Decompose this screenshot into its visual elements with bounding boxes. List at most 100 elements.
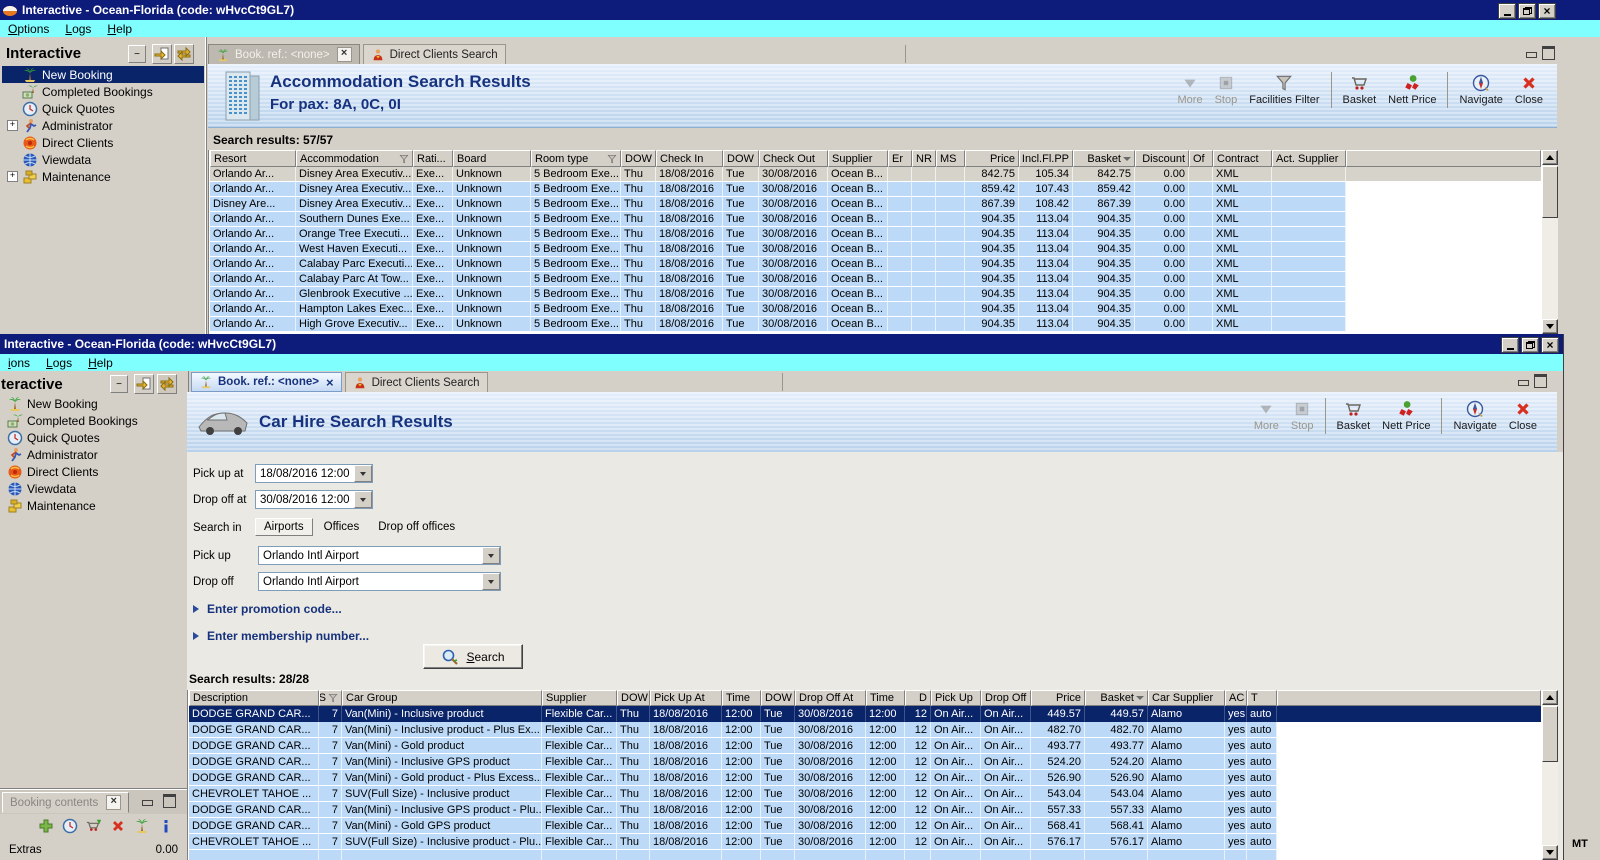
dropoff-location-dropdown-icon[interactable]	[482, 573, 500, 590]
column-header-incl-fl-pp[interactable]: Incl.Fl.PP	[1019, 150, 1073, 167]
expand-icon[interactable]: +	[7, 120, 18, 131]
sidebar-item-direct-clients[interactable]: +Direct Clients	[2, 134, 204, 151]
tab-book-ref-none[interactable]: Book. ref.: <none> ×	[191, 372, 342, 392]
dropoff-location-field[interactable]: Orlando Intl Airport	[258, 572, 501, 591]
column-header-check-in[interactable]: Check In	[656, 150, 723, 167]
menu-logs[interactable]: Logs	[38, 355, 80, 371]
column-header-supplier[interactable]: Supplier	[828, 150, 888, 167]
sidebar-item-viewdata[interactable]: +Viewdata	[2, 151, 204, 168]
panel-maximize-icon[interactable]	[162, 793, 177, 808]
table-row[interactable]: Orlando Ar... Disney Area Executiv... Exe.…	[210, 167, 1541, 182]
column-header-ac[interactable]: AC	[1225, 690, 1247, 706]
column-header-act-supplier[interactable]: Act. Supplier	[1272, 150, 1346, 167]
tab-close-icon[interactable]: ×	[336, 47, 352, 62]
sidebar-item-direct-clients[interactable]: Direct Clients	[2, 463, 186, 480]
table-row[interactable]	[189, 850, 1541, 860]
column-header-dow[interactable]: DOW	[617, 690, 650, 706]
dock-page-button[interactable]	[152, 44, 172, 64]
scroll-up-icon[interactable]	[1542, 690, 1558, 705]
tab-book-ref-none[interactable]: Book. ref.: <none> ×	[208, 44, 360, 64]
table-row[interactable]: Orlando Ar... Calabay Parc Executi... Exe.…	[210, 257, 1541, 272]
table-row[interactable]: DODGE GRAND CAR... 7 Van(Mini) - Inclusive…	[189, 802, 1541, 818]
pickup-location-dropdown-icon[interactable]	[482, 547, 500, 564]
column-header-rati[interactable]: Rati...	[413, 150, 453, 167]
restore-button[interactable]	[1518, 3, 1536, 19]
sidebar-item-administrator[interactable]: Administrator	[2, 446, 186, 463]
menu-help[interactable]: Help	[99, 21, 140, 37]
menu-options[interactable]: Options	[0, 21, 57, 37]
title-bar[interactable]: Interactive - Ocean-Florida (code: wHvcC…	[0, 334, 1563, 354]
table-row[interactable]: CHEVROLET TAHOE ... 7 SUV(Full Size) - Inc…	[189, 786, 1541, 802]
toolbar-stop-button[interactable]: Stop	[1209, 72, 1244, 108]
table-row[interactable]: DODGE GRAND CAR... 7 Van(Mini) - Inclusive…	[189, 706, 1541, 722]
table-row[interactable]: Disney Are... Disney Area Executiv... Exe.…	[210, 197, 1541, 212]
column-header-price[interactable]: Price	[1031, 690, 1085, 706]
table-row[interactable]: Orlando Ar... Southern Dunes Exe... Exe...…	[210, 212, 1541, 227]
sidebar-item-new-booking[interactable]: +New Booking	[2, 66, 204, 83]
table-row[interactable]: DODGE GRAND CAR... 7 Van(Mini) - Inclusive…	[189, 722, 1541, 738]
collapse-panel-button[interactable]: −	[110, 375, 128, 393]
column-header-contract[interactable]: Contract	[1213, 150, 1272, 167]
column-header-basket[interactable]: Basket	[1073, 150, 1135, 167]
minimize-button[interactable]	[1501, 337, 1519, 353]
table-row[interactable]: Orlando Ar... Orange Tree Executi... Exe..…	[210, 227, 1541, 242]
column-header-time[interactable]: Time	[722, 690, 761, 706]
promotion-code-expander[interactable]: Enter promotion code...	[193, 602, 342, 616]
column-header-pick-up[interactable]: Pick Up	[931, 690, 981, 706]
column-header-supplier[interactable]: Supplier	[542, 690, 617, 706]
scroll-down-icon[interactable]	[1542, 845, 1558, 860]
table-row[interactable]: Orlando Ar... High Grove Executiv... Exe..…	[210, 317, 1541, 332]
table-row[interactable]: Orlando Ar... Calabay Parc At Tow... Exe..…	[210, 272, 1541, 287]
scroll-down-icon[interactable]	[1542, 319, 1558, 334]
booking-palm-button[interactable]	[132, 816, 152, 836]
column-header-pick-up-at[interactable]: Pick Up At	[650, 690, 722, 706]
panel-minimize-icon[interactable]	[1516, 374, 1531, 387]
toolbar-close-button[interactable]: Close	[1509, 72, 1549, 108]
column-header-room-type[interactable]: Room type	[531, 150, 621, 167]
restore-button[interactable]	[1521, 337, 1539, 353]
panel-maximize-icon[interactable]	[1541, 45, 1556, 60]
toolbar-navigate-button[interactable]: Navigate	[1453, 72, 1508, 108]
dock-page-button[interactable]	[134, 374, 154, 394]
booking-delx-button[interactable]	[108, 816, 128, 836]
column-header-car-supplier[interactable]: Car Supplier	[1148, 690, 1225, 706]
tab-close-icon[interactable]: ×	[106, 795, 122, 810]
sidebar-item-quick-quotes[interactable]: +Quick Quotes	[2, 100, 204, 117]
swap-panels-button[interactable]	[157, 374, 177, 394]
dropoff-at-dropdown-icon[interactable]	[354, 491, 372, 508]
booking-cartgo-button[interactable]	[84, 816, 104, 836]
sidebar-item-completed-bookings[interactable]: Completed Bookings	[2, 412, 186, 429]
search-in-tab-airports[interactable]: Airports	[255, 518, 313, 536]
expand-icon[interactable]: +	[7, 171, 18, 182]
swap-panels-button[interactable]	[174, 44, 194, 64]
pickup-location-field[interactable]: Orlando Intl Airport	[258, 546, 501, 565]
table-row[interactable]: CHEVROLET TAHOE ... 7 SUV(Full Size) - Inc…	[189, 834, 1541, 850]
toolbar-stop-button[interactable]: Stop	[1285, 398, 1320, 434]
close-button[interactable]: ×	[1538, 3, 1556, 19]
column-header-drop-off[interactable]: Drop Off	[981, 690, 1031, 706]
dropoff-at-field[interactable]: 30/08/2016 12:00	[255, 490, 373, 509]
search-in-tab-drop-off-offices[interactable]: Drop off offices	[370, 519, 463, 535]
column-header-car-group[interactable]: Car Group	[342, 690, 542, 706]
scrollbar-thumb[interactable]	[1542, 166, 1558, 218]
search-button[interactable]: Search	[423, 644, 523, 669]
sidebar-item-viewdata[interactable]: Viewdata	[2, 480, 186, 497]
menu-logs[interactable]: Logs	[57, 21, 99, 37]
column-header-drop-off-at[interactable]: Drop Off At	[795, 690, 866, 706]
scroll-up-icon[interactable]	[1542, 150, 1558, 165]
sidebar-item-administrator[interactable]: + Administrator	[2, 117, 204, 134]
column-header-board[interactable]: Board	[453, 150, 531, 167]
sidebar-item-quick-quotes[interactable]: Quick Quotes	[2, 429, 186, 446]
toolbar-nett-price-button[interactable]: Nett Price	[1382, 72, 1442, 108]
column-header-dow[interactable]: DOW	[761, 690, 795, 706]
search-in-tab-offices[interactable]: Offices	[316, 519, 368, 535]
tab-booking-contents[interactable]: Booking contents ×	[2, 792, 130, 813]
column-header-check-out[interactable]: Check Out	[759, 150, 828, 167]
column-header-t[interactable]: T	[1247, 690, 1277, 706]
menu-help[interactable]: Help	[80, 355, 121, 371]
column-header-description[interactable]: Description	[189, 690, 319, 706]
tab-close-icon[interactable]: ×	[326, 376, 334, 389]
sidebar-item-completed-bookings[interactable]: +Completed Bookings	[2, 83, 204, 100]
tab-direct-clients-search[interactable]: Direct Clients Search	[344, 372, 488, 392]
collapse-panel-button[interactable]: −	[128, 45, 146, 63]
